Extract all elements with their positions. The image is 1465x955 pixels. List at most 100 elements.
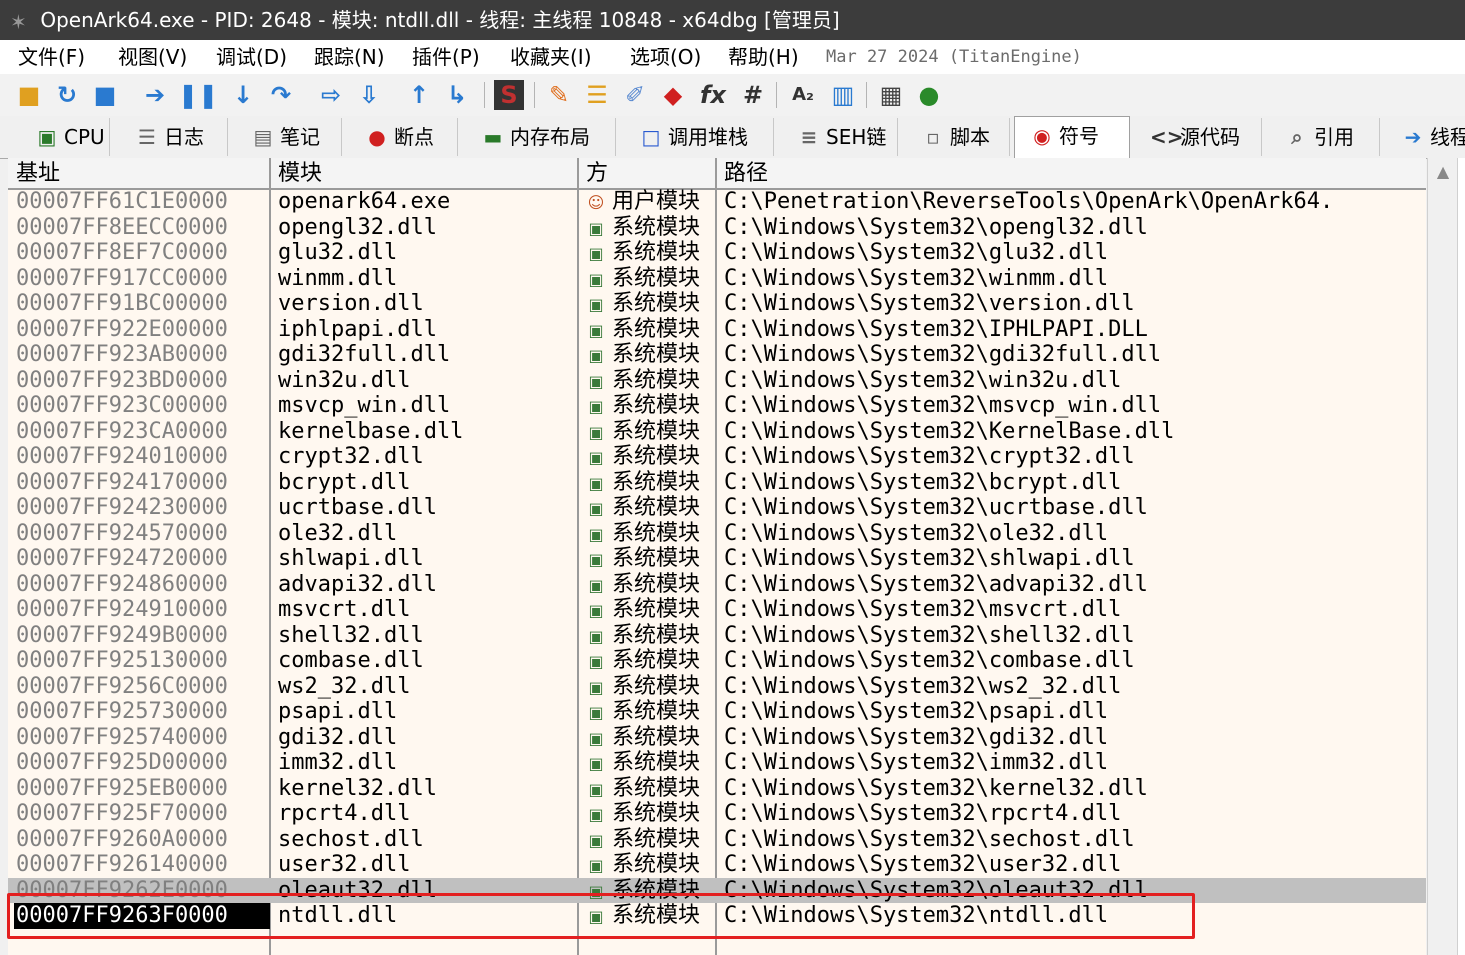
column-header-path[interactable]: 路径 bbox=[718, 158, 1418, 190]
patch-icon[interactable]: ✎ bbox=[544, 80, 574, 110]
table-row[interactable]: 00007FF926140000 user32.dll ▣ 系统模块 C:\Window… bbox=[8, 852, 1426, 878]
cell-type-label: 系统模块 bbox=[612, 852, 701, 877]
column-header-base[interactable]: 基址 bbox=[10, 158, 270, 190]
table-row[interactable]: 00007FF8EECC0000 opengl32.dll ▣ 系统模块 C:\Wind… bbox=[8, 215, 1426, 241]
menu-favourites[interactable]: 收藏夹(I) bbox=[510, 40, 592, 74]
scylla-icon[interactable]: S bbox=[494, 80, 524, 110]
tab-references[interactable]: ⌕ 引用 bbox=[1270, 118, 1380, 156]
execute-till-return-icon[interactable]: ↑ bbox=[404, 80, 434, 110]
menu-trace[interactable]: 跟踪(N) bbox=[314, 40, 385, 74]
table-row[interactable]: 00007FF91BC00000 version.dll ▣ 系统模块 C:\Windo… bbox=[8, 291, 1426, 317]
cell-base: 00007FF61C1E0000 bbox=[16, 189, 228, 214]
table-row[interactable]: 00007FF925730000 psapi.dll ▣ 系统模块 C:\Windows… bbox=[8, 699, 1426, 725]
run-to-user-code-icon[interactable]: ↳ bbox=[442, 80, 472, 110]
globe-icon[interactable]: ● bbox=[914, 80, 944, 110]
table-row[interactable]: 00007FF923BD0000 win32u.dll ▣ 系统模块 C:\Window… bbox=[8, 368, 1426, 394]
table-row[interactable]: 00007FF9260A0000 sechost.dll ▣ 系统模块 C:\Windo… bbox=[8, 827, 1426, 853]
tab-log[interactable]: ☰ 日志 bbox=[120, 118, 228, 156]
table-row[interactable]: 00007FF922E00000 iphlpapi.dll ▣ 系统模块 C:\Wind… bbox=[8, 317, 1426, 343]
table-row[interactable]: 00007FF924010000 crypt32.dll ▣ 系统模块 C:\Windo… bbox=[8, 444, 1426, 470]
cell-module: shlwapi.dll bbox=[278, 546, 424, 571]
column-header-type[interactable]: 方 bbox=[580, 158, 716, 190]
menu-view[interactable]: 视图(V) bbox=[118, 40, 187, 74]
table-row[interactable]: 00007FF925F70000 rpcrt4.dll ▣ 系统模块 C:\Window… bbox=[8, 801, 1426, 827]
step-into-icon[interactable]: ↓ bbox=[228, 80, 258, 110]
table-row[interactable]: 00007FF9256C0000 ws2_32.dll ▣ 系统模块 C:\Window… bbox=[8, 674, 1426, 700]
table-row[interactable]: 00007FF8EF7C0000 glu32.dll ▣ 系统模块 C:\Windows… bbox=[8, 240, 1426, 266]
font-icon[interactable]: A₂ bbox=[788, 80, 818, 110]
table-row[interactable]: 00007FF924720000 shlwapi.dll ▣ 系统模块 C:\Windo… bbox=[8, 546, 1426, 572]
vertical-scrollbar[interactable]: ▲ bbox=[1427, 158, 1458, 955]
pause-icon[interactable]: ❚❚ bbox=[178, 80, 218, 110]
cell-type-label: 系统模块 bbox=[612, 240, 701, 265]
menu-plugins[interactable]: 插件(P) bbox=[412, 40, 480, 74]
hash-icon[interactable]: # bbox=[738, 80, 768, 110]
table-row[interactable]: 00007FF924860000 advapi32.dll ▣ 系统模块 C:\Wind… bbox=[8, 572, 1426, 598]
table-row[interactable]: 00007FF924910000 msvcrt.dll ▣ 系统模块 C:\Window… bbox=[8, 597, 1426, 623]
tab-call-stack[interactable]: □ 调用堆栈 bbox=[624, 118, 774, 156]
column-header-module[interactable]: 模块 bbox=[272, 158, 578, 190]
table-row[interactable]: 00007FF924570000 ole32.dll ▣ 系统模块 C:\Windows… bbox=[8, 521, 1426, 547]
cell-type: ☺ 用户模块 bbox=[586, 189, 718, 216]
menu-help[interactable]: 帮助(H) bbox=[728, 40, 799, 74]
table-row[interactable]: 00007FF925740000 gdi32.dll ▣ 系统模块 C:\Windows… bbox=[8, 725, 1426, 751]
label-icon[interactable]: ✐ bbox=[620, 80, 650, 110]
table-row[interactable]: 00007FF917CC0000 winmm.dll ▣ 系统模块 C:\Windows… bbox=[8, 266, 1426, 292]
cell-base: 00007FF924910000 bbox=[16, 597, 228, 622]
menu-file[interactable]: 文件(F) bbox=[18, 40, 85, 74]
modules-table[interactable]: 基址 模块 方 路径 00007FF61C1E0000 openark64.exe… bbox=[8, 158, 1426, 955]
cell-base: 00007FF924170000 bbox=[16, 469, 228, 495]
cell-type-label: 系统模块 bbox=[612, 393, 701, 418]
cell-type-label: 系统模块 bbox=[612, 495, 701, 520]
tab-memory-map[interactable]: ▬ 内存布局 bbox=[466, 118, 616, 156]
stop-icon[interactable]: ■ bbox=[90, 80, 120, 110]
cell-module: openark64.exe bbox=[278, 189, 451, 214]
table-row[interactable]: 00007FF925130000 combase.dll ▣ 系统模块 C:\Windo… bbox=[8, 648, 1426, 674]
tab-label: CPU bbox=[64, 125, 105, 149]
menu-debug[interactable]: 调试(D) bbox=[216, 40, 287, 74]
table-row[interactable]: 00007FF923C00000 msvcp_win.dll ▣ 系统模块 C:\Win… bbox=[8, 393, 1426, 419]
tab-script[interactable]: ▫ 脚本 bbox=[906, 118, 1010, 156]
table-row[interactable]: 00007FF924170000 bcrypt.dll ▣ 系统模块 C:\Window… bbox=[8, 470, 1426, 496]
user-module-icon: ☺ bbox=[587, 193, 605, 212]
system-module-icon: ▣ bbox=[588, 346, 604, 365]
cell-module: version.dll bbox=[278, 291, 424, 316]
system-module-icon: ▣ bbox=[588, 601, 604, 620]
tab-cpu[interactable]: ▣ CPU bbox=[20, 118, 110, 156]
trace-over-icon[interactable]: ⇩ bbox=[354, 80, 384, 110]
table-row[interactable]: 00007FF923AB0000 gdi32full.dll ▣ 系统模块 C:\Win… bbox=[8, 342, 1426, 368]
cell-module: win32u.dll bbox=[278, 367, 411, 393]
comment-icon[interactable]: ☰ bbox=[582, 80, 612, 110]
cell-type: ▣ 系统模块 bbox=[586, 546, 718, 573]
function-icon[interactable]: fx bbox=[698, 80, 728, 110]
table-row[interactable]: 00007FF61C1E0000 openark64.exe ☺ 用户模块 C:\Pen… bbox=[8, 189, 1426, 215]
system-module-icon: ▣ bbox=[588, 626, 604, 646]
cell-path: C:\Windows\System32\ucrtbase.dll bbox=[724, 495, 1148, 520]
table-row[interactable]: 00007FF925D00000 imm32.dll ▣ 系统模块 C:\Windows… bbox=[8, 750, 1426, 776]
step-over-icon[interactable]: ↷ bbox=[266, 80, 296, 110]
tab-notes[interactable]: ▤ 笔记 bbox=[236, 118, 342, 156]
tab-breakpoints[interactable]: ● 断点 bbox=[350, 118, 458, 156]
run-icon[interactable]: ➔ bbox=[140, 80, 170, 110]
system-module-icon: ▣ bbox=[588, 524, 604, 544]
tab-symbols[interactable]: ◉ 符号 bbox=[1014, 116, 1130, 158]
system-module-icon: ▣ bbox=[588, 856, 604, 875]
cell-module: gdi32full.dll bbox=[278, 342, 451, 367]
open-icon[interactable]: ■ bbox=[14, 80, 44, 110]
trace-into-icon[interactable]: ⇨ bbox=[316, 80, 346, 110]
scroll-up-icon[interactable]: ▲ bbox=[1428, 162, 1458, 181]
bookmark-icon[interactable]: ◆ bbox=[658, 80, 688, 110]
restart-icon[interactable]: ↻ bbox=[52, 80, 82, 110]
table-row[interactable]: 00007FF9249B0000 shell32.dll ▣ 系统模块 C:\Windo… bbox=[8, 623, 1426, 649]
tab-source[interactable]: <>源代码 bbox=[1136, 118, 1262, 156]
cell-type-label: 系统模块 bbox=[612, 469, 701, 495]
tab-seh[interactable]: ≡ SEH链 bbox=[782, 118, 898, 156]
tab-threads[interactable]: ➔ 线程 bbox=[1386, 118, 1465, 156]
table-row[interactable]: 00007FF924230000 ucrtbase.dll ▣ 系统模块 C:\Wind… bbox=[8, 495, 1426, 521]
calculator-icon[interactable]: ▦ bbox=[876, 80, 906, 110]
memory-icon[interactable]: ▥ bbox=[828, 80, 858, 110]
cell-type-label: 系统模块 bbox=[612, 750, 701, 775]
table-row[interactable]: 00007FF925EB0000 kernel32.dll ▣ 系统模块 C:\Wind… bbox=[8, 776, 1426, 802]
menu-options[interactable]: 选项(O) bbox=[630, 40, 701, 74]
table-row[interactable]: 00007FF923CA0000 kernelbase.dll ▣ 系统模块 C:\Wi… bbox=[8, 419, 1426, 445]
